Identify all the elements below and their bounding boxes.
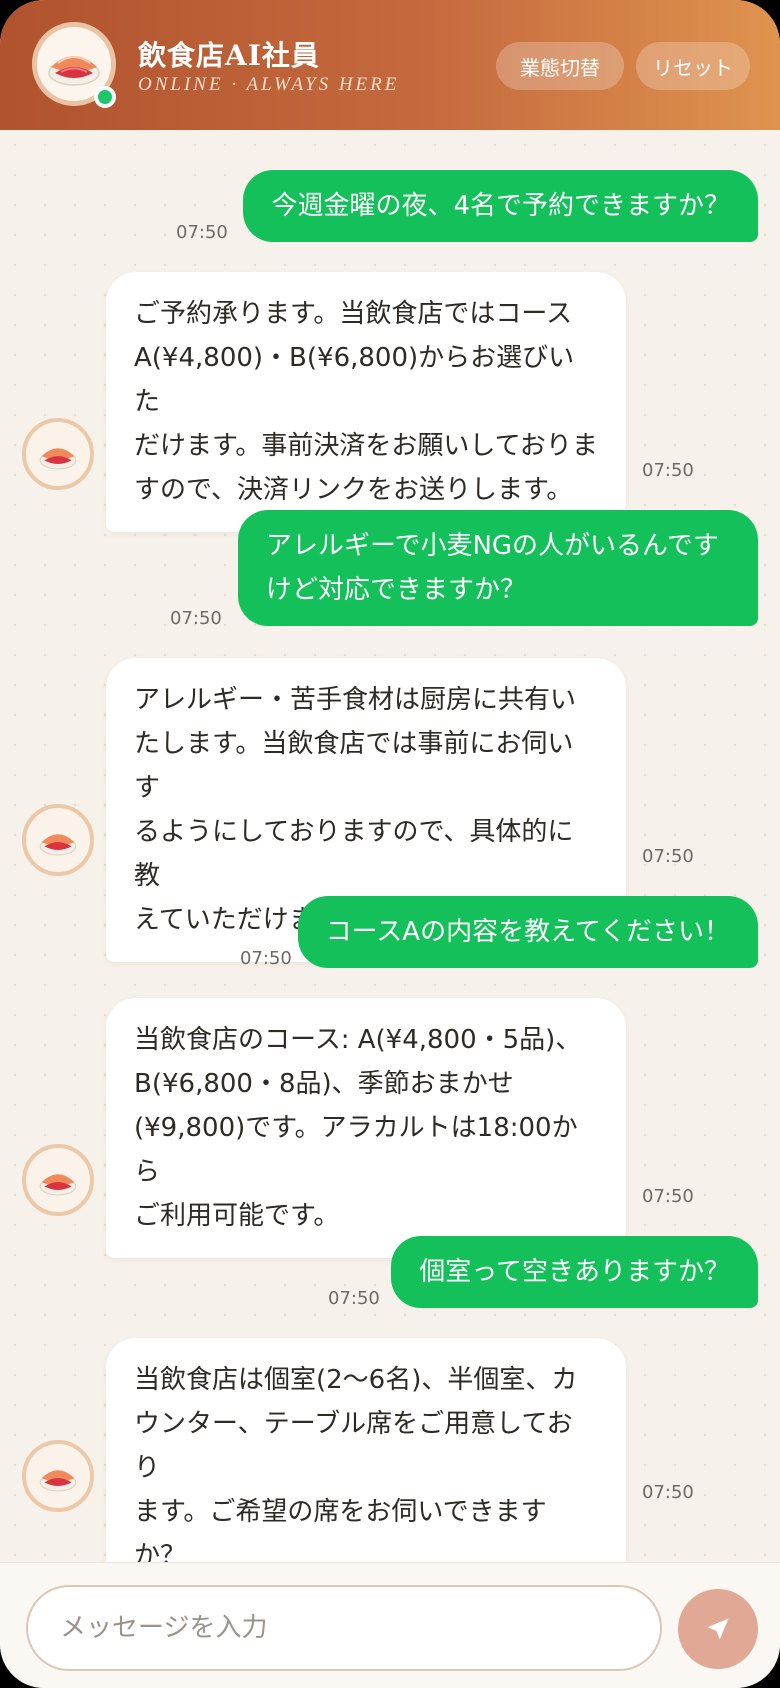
message-line: だけます。事前決済をお願いしておりま: [134, 431, 598, 461]
message-time: 07:50: [642, 846, 694, 867]
user-message: コースAの内容を教えてください！: [297, 896, 758, 968]
message-line: A(¥4,800)・B(¥6,800)からお選びいた: [134, 343, 575, 417]
user-message: アレルギーで小麦NGの人がいるんです けど対応できますか？: [238, 510, 758, 626]
message-line: たします。当飲食店では事前にお伺いす: [134, 729, 574, 803]
message-time: 07:50: [642, 1186, 694, 1207]
message-line: すので、決済リンクをお送りします。: [134, 475, 573, 505]
message-line: るようにしておりますので、具体的に教: [134, 817, 574, 891]
message-line: (¥9,800)です。アラカルトは18:00から: [134, 1113, 578, 1187]
bot-message: ご予約承ります。当飲食店ではコース A(¥4,800)・B(¥6,800)からお…: [106, 272, 626, 532]
composer: [0, 1562, 780, 1688]
message-list[interactable]: 今週金曜の夜、4名で予約できますか？ 07:50 ご予約承ります。当飲食店ではコ…: [0, 130, 780, 1598]
message-time: 07:50: [328, 1288, 380, 1309]
online-status-dot: [94, 86, 116, 108]
message-line: けど対応できますか？: [266, 575, 527, 605]
chat-app: 飲食店AI社員 ONLINE · ALWAYS HERE 業態切替 リセット 今…: [0, 0, 780, 1688]
bot-message: 当飲食店は個室(2〜6名)、半個室、カ ウンター、テーブル席をご用意しており ま…: [106, 1338, 626, 1598]
chat-header: 飲食店AI社員 ONLINE · ALWAYS HERE 業態切替 リセット: [0, 0, 780, 130]
user-message: 今週金曜の夜、4名で予約できますか？: [243, 170, 758, 242]
bot-avatar: [22, 418, 94, 490]
message-line: B(¥6,800・8品)、季節おまかせ: [134, 1069, 514, 1099]
message-text: 個室って空きありますか？: [419, 1257, 730, 1287]
message-time: 07:50: [240, 948, 292, 969]
message-time: 07:50: [642, 460, 694, 481]
send-icon: [707, 1618, 729, 1640]
message-text: コースAの内容を教えてください！: [325, 917, 730, 947]
message-line: ウンター、テーブル席をご用意しており: [134, 1409, 573, 1483]
message-line: アレルギー・苦手食材は厨房に共有い: [134, 685, 577, 715]
sushi-icon: [48, 56, 100, 86]
sushi-icon: [39, 448, 77, 470]
message-time: 07:50: [176, 222, 228, 243]
message-line: ご予約承ります。当飲食店ではコース: [134, 299, 573, 329]
user-message: 個室って空きありますか？: [391, 1236, 758, 1308]
sushi-icon: [39, 1470, 77, 1492]
message-time: 07:50: [170, 608, 222, 629]
app-subtitle: ONLINE · ALWAYS HERE: [138, 74, 400, 95]
reset-button[interactable]: リセット: [636, 42, 750, 90]
message-line: 当飲食店は個室(2〜6名)、半個室、カ: [134, 1365, 578, 1395]
message-line: アレルギーで小麦NGの人がいるんです: [266, 531, 719, 561]
sushi-icon: [39, 834, 77, 856]
send-button[interactable]: [678, 1589, 758, 1669]
message-line: ご利用可能です。: [134, 1201, 340, 1231]
message-line: 当飲食店のコース: A(¥4,800・5品)、: [134, 1025, 582, 1055]
app-title: 飲食店AI社員: [138, 39, 320, 72]
bot-avatar: [22, 1144, 94, 1216]
bot-message: 当飲食店のコース: A(¥4,800・5品)、 B(¥6,800・8品)、季節お…: [106, 998, 626, 1258]
sushi-icon: [39, 1174, 77, 1196]
message-text: 今週金曜の夜、4名で予約できますか？: [271, 191, 730, 221]
bot-avatar: [22, 1440, 94, 1512]
message-time: 07:50: [642, 1482, 694, 1503]
switch-business-button[interactable]: 業態切替: [496, 42, 624, 90]
bot-avatar: [22, 804, 94, 876]
message-input[interactable]: [26, 1585, 662, 1671]
